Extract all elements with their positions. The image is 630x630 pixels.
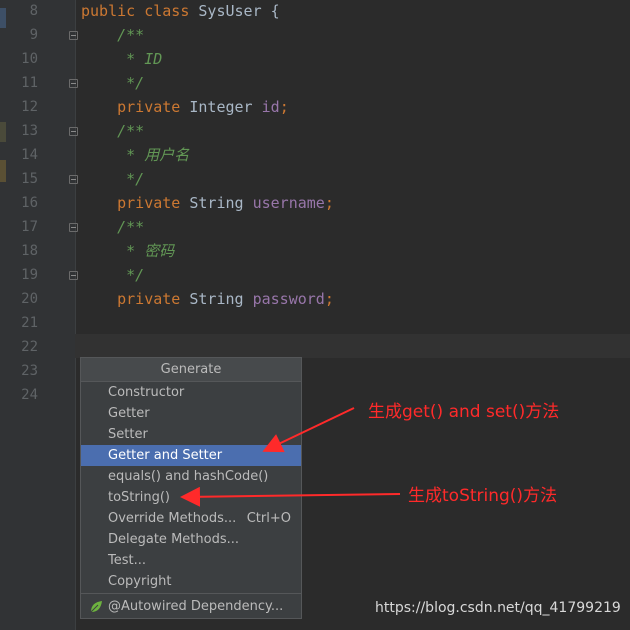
line-number: 20 (21, 291, 38, 307)
menu-item-label: Getter and Setter (108, 448, 223, 463)
line-number: 11 (21, 75, 38, 91)
code-token: /** (81, 122, 145, 140)
line-number: 16 (21, 195, 38, 211)
code-line: */ (81, 71, 144, 95)
menu-item-label: toString() (108, 490, 170, 505)
line-number: 15 (21, 171, 38, 187)
code-token: ; (324, 194, 334, 212)
line-number: 10 (21, 51, 38, 67)
line-number: 17 (21, 219, 38, 235)
code-token: password (252, 290, 325, 308)
annotation-tostring: 生成toString()方法 (408, 486, 558, 506)
code-token: Integer (189, 98, 262, 116)
code-line: private String password; (81, 287, 334, 311)
code-line: /** (81, 119, 144, 143)
menu-item-shortcut: Ctrl+O (246, 511, 291, 526)
popup-separator (81, 593, 301, 594)
annotation-getter-setter: 生成get() and set()方法 (368, 402, 560, 422)
line-number: 9 (29, 27, 38, 43)
code-line: private Integer id; (81, 95, 289, 119)
line-number: 24 (21, 387, 38, 403)
menu-item-tostring[interactable]: toString() (81, 487, 301, 508)
code-token: id (261, 98, 280, 116)
code-line: /** (81, 23, 144, 47)
menu-item-getter[interactable]: Getter (81, 403, 301, 424)
code-line: private String username; (81, 191, 334, 215)
menu-item-override-methods[interactable]: Override Methods... Ctrl+O (81, 508, 301, 529)
code-token: */ (81, 74, 145, 92)
code-token: /** (81, 218, 145, 236)
line-number: 21 (21, 315, 38, 331)
menu-item-label: Getter (108, 406, 150, 421)
code-token: /** (81, 26, 145, 44)
code-token: public class (81, 2, 199, 20)
strip-marker (0, 160, 6, 182)
code-token: username (252, 194, 325, 212)
menu-item-label: Copyright (108, 574, 172, 589)
code-line: /** (81, 215, 144, 239)
watermark: https://blog.csdn.net/qq_41799219 (375, 600, 621, 616)
menu-item-label: Delegate Methods... (108, 532, 239, 547)
current-line-highlight (75, 334, 630, 358)
menu-item-label: Override Methods... (108, 511, 237, 526)
menu-item-getter-and-setter[interactable]: Getter and Setter (81, 445, 301, 466)
code-line: public class SysUser { (81, 0, 280, 23)
line-number-gutter: 8 9 10 11 12 13 14 15 16 17 18 19 20 21 22 23 24 (8, 0, 78, 630)
code-token: private (81, 290, 190, 308)
code-token: ; (324, 290, 334, 308)
spring-leaf-icon (90, 601, 102, 613)
code-token: ; (279, 98, 289, 116)
line-number: 18 (21, 243, 38, 259)
editor-left-strip (0, 0, 8, 630)
strip-marker (0, 8, 6, 28)
code-token: */ (81, 170, 145, 188)
code-line: * 用户名 (81, 143, 189, 167)
code-line: */ (81, 263, 144, 287)
menu-item-setter[interactable]: Setter (81, 424, 301, 445)
code-line: * 密码 (81, 239, 174, 263)
line-number: 14 (21, 147, 38, 163)
code-token: private (81, 194, 190, 212)
code-token: private (81, 98, 190, 116)
code-token: String (189, 194, 253, 212)
code-line: * ID (81, 47, 162, 71)
line-number: 8 (29, 3, 38, 19)
code-token: */ (81, 266, 145, 284)
menu-item-test[interactable]: Test... (81, 550, 301, 571)
menu-item-copyright[interactable]: Copyright (81, 571, 301, 592)
menu-item-label: equals() and hashCode() (108, 469, 269, 484)
menu-item-label: Setter (108, 427, 148, 442)
generate-popup-title: Generate (81, 358, 301, 382)
menu-item-label: Test... (108, 553, 146, 568)
line-number: 13 (21, 123, 38, 139)
code-token: String (189, 290, 253, 308)
code-token: SysUser { (198, 2, 280, 20)
menu-item-autowired-dependency[interactable]: @Autowired Dependency... (81, 596, 301, 617)
generate-popup: Generate Constructor Getter Setter Getter a… (80, 357, 302, 619)
line-number: 23 (21, 363, 38, 379)
line-number: 12 (21, 99, 38, 115)
menu-item-delegate-methods[interactable]: Delegate Methods... (81, 529, 301, 550)
code-token: * 密码 (81, 242, 175, 260)
line-number: 19 (21, 267, 38, 283)
menu-item-equals-and-hashcode[interactable]: equals() and hashCode() (81, 466, 301, 487)
code-token: * ID (81, 50, 163, 68)
strip-marker (0, 122, 6, 142)
menu-item-constructor[interactable]: Constructor (81, 382, 301, 403)
menu-item-label: Constructor (108, 385, 185, 400)
code-line: */ (81, 167, 144, 191)
menu-item-label: @Autowired Dependency... (108, 599, 284, 614)
code-token: * 用户名 (81, 146, 190, 164)
line-number: 22 (21, 339, 38, 355)
